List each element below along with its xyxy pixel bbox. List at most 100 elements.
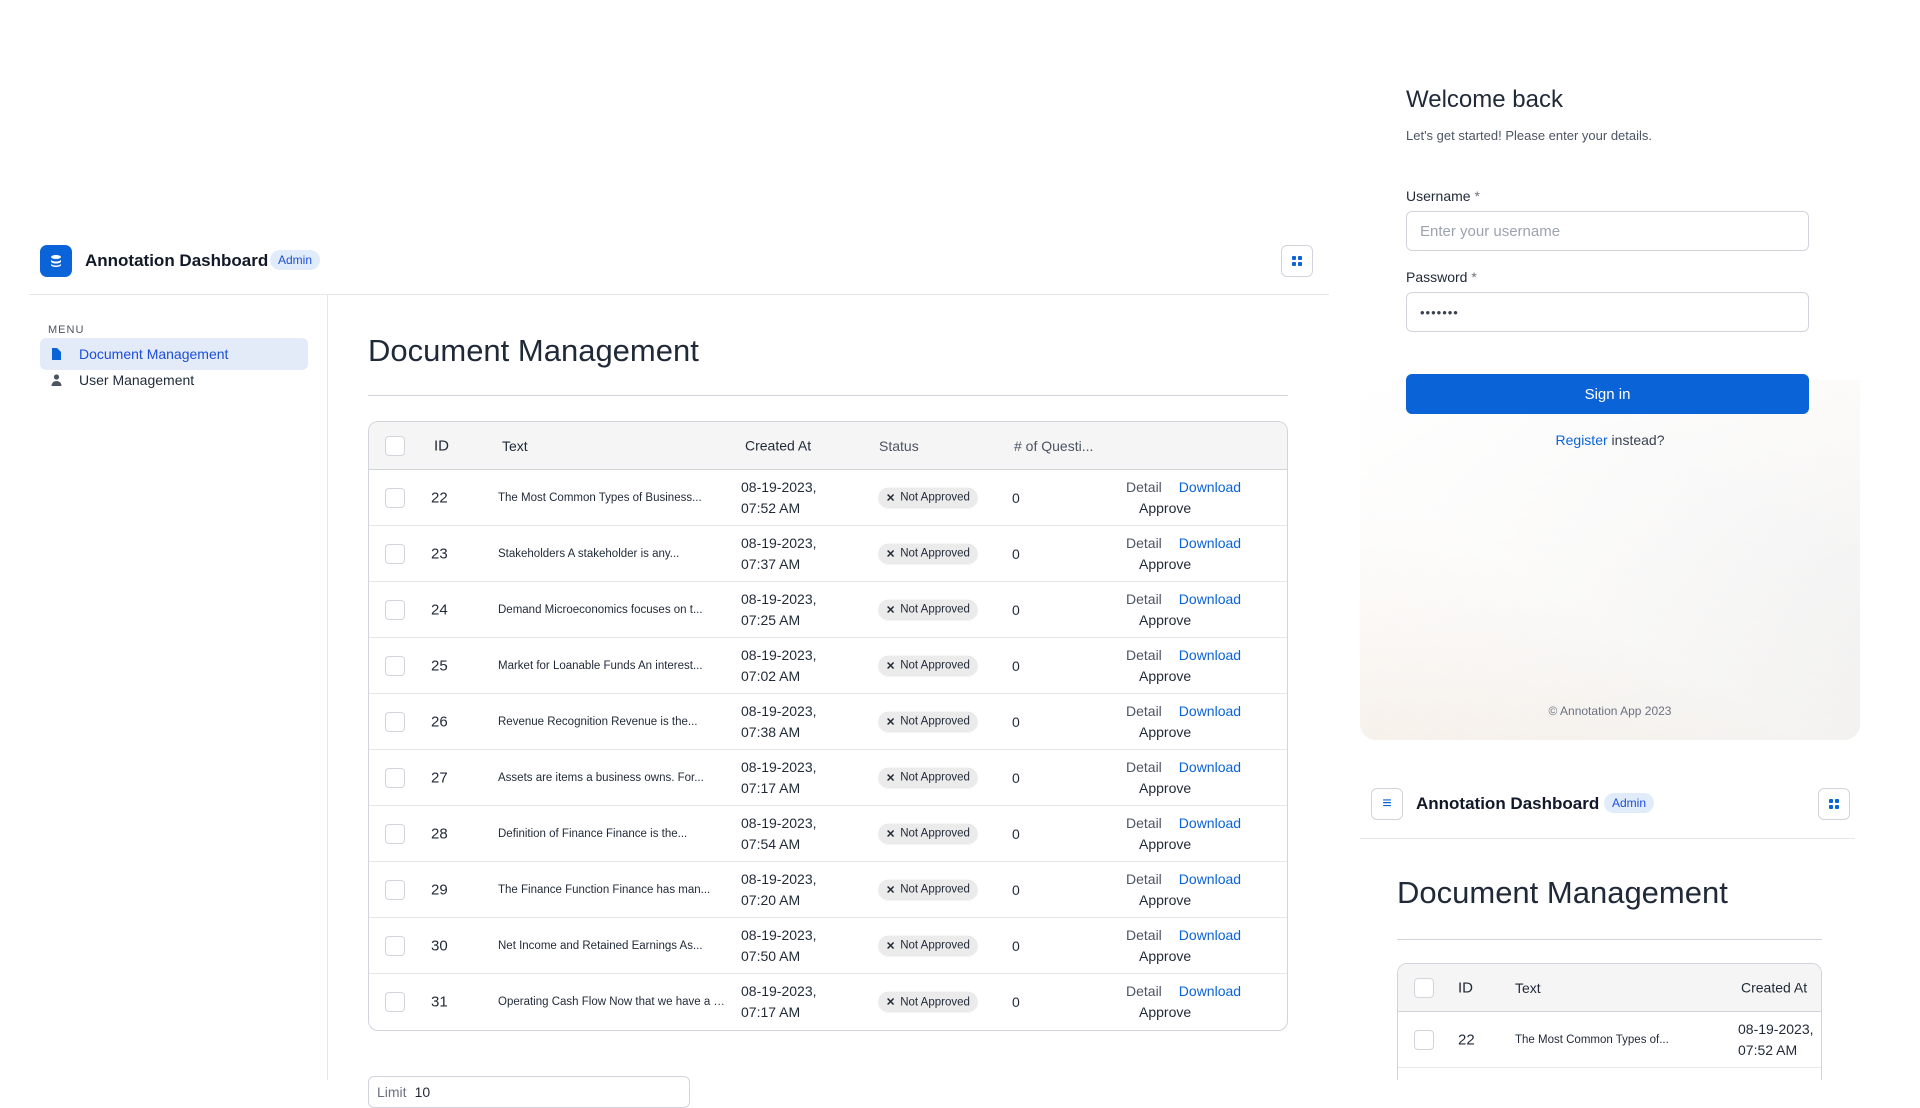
detail-link[interactable]: Detail	[1126, 533, 1162, 554]
table-row: 08-19-2023	[1398, 1068, 1821, 1080]
download-link[interactable]: Download	[1179, 813, 1241, 834]
column-header-questions[interactable]: # of Questi...	[1014, 438, 1093, 454]
row-actions: Detail Download Approve	[1119, 477, 1279, 519]
approve-link[interactable]: Approve	[1139, 780, 1191, 796]
detail-link[interactable]: Detail	[1126, 757, 1162, 778]
row-date: 08-19-2023,	[741, 926, 817, 943]
row-date: 08-19-2023,	[741, 534, 817, 551]
detail-link[interactable]: Detail	[1126, 589, 1162, 610]
column-header-created-at[interactable]: Created At	[1741, 977, 1807, 998]
download-link[interactable]: Download	[1179, 981, 1241, 1002]
table-row: 25 Market for Loanable Funds An interest.…	[369, 638, 1287, 694]
row-checkbox[interactable]	[385, 935, 405, 956]
approve-link[interactable]: Approve	[1139, 1004, 1191, 1020]
row-date: 08-19-2023,	[741, 870, 817, 887]
approve-link[interactable]: Approve	[1139, 724, 1191, 740]
row-question-count: 0	[1012, 881, 1020, 898]
row-checkbox[interactable]	[385, 543, 405, 564]
status-badge: ✕ Not Approved	[878, 767, 978, 788]
detail-link[interactable]: Detail	[1126, 477, 1162, 498]
row-checkbox[interactable]	[385, 655, 405, 676]
sidebar-item-user-management[interactable]: User Management	[40, 364, 308, 396]
grid-icon	[1829, 799, 1839, 809]
approve-link[interactable]: Approve	[1139, 668, 1191, 684]
approve-link[interactable]: Approve	[1139, 500, 1191, 516]
copyright: © Annotation App 2023	[1548, 704, 1672, 718]
column-header-text[interactable]: Text	[1515, 980, 1685, 996]
detail-link[interactable]: Detail	[1126, 925, 1162, 946]
download-link[interactable]: Download	[1179, 589, 1241, 610]
row-actions: Detail Download Approve	[1119, 645, 1279, 687]
status-badge: ✕ Not Approved	[878, 991, 978, 1013]
row-id: 22	[431, 489, 448, 506]
status-badge: ✕ Not Approved	[878, 935, 978, 956]
row-question-count: 0	[1012, 769, 1020, 786]
x-icon: ✕	[886, 604, 896, 616]
row-created-at: 08-19-2023, 07:52 AM	[1738, 1019, 1814, 1061]
row-checkbox[interactable]	[385, 711, 405, 732]
table-row: 28 Definition of Finance Finance is the..…	[369, 806, 1287, 862]
download-link[interactable]: Download	[1179, 533, 1241, 554]
row-checkbox[interactable]	[385, 599, 405, 620]
username-field[interactable]: Enter your username	[1406, 211, 1809, 251]
column-header-text[interactable]: Text	[502, 438, 730, 454]
row-checkbox[interactable]	[385, 879, 405, 900]
menu-button[interactable]: ≡	[1371, 788, 1403, 820]
sidebar: MENU Document Management User Management	[29, 295, 328, 1080]
row-time: 07:50 AM	[741, 947, 801, 964]
column-header-id[interactable]: ID	[434, 437, 449, 454]
limit-label: Limit	[377, 1084, 407, 1100]
x-icon: ✕	[886, 996, 896, 1009]
detail-link[interactable]: Detail	[1126, 645, 1162, 666]
row-checkbox[interactable]	[385, 767, 405, 788]
row-id: 26	[431, 713, 448, 730]
download-link[interactable]: Download	[1179, 645, 1241, 666]
password-field[interactable]: •••••••	[1406, 292, 1809, 332]
status-badge: ✕ Not Approved	[878, 487, 978, 508]
detail-link[interactable]: Detail	[1126, 869, 1162, 890]
mobile-app-title: Annotation Dashboard	[1416, 794, 1600, 813]
detail-link[interactable]: Detail	[1126, 981, 1162, 1002]
detail-link[interactable]: Detail	[1126, 813, 1162, 834]
approve-link[interactable]: Approve	[1139, 612, 1191, 628]
limit-field[interactable]: Limit 10	[368, 1076, 690, 1108]
download-link[interactable]: Download	[1179, 757, 1241, 778]
mobile-apps-grid-button[interactable]	[1818, 788, 1850, 820]
detail-link[interactable]: Detail	[1126, 701, 1162, 722]
select-all-checkbox[interactable]	[385, 435, 405, 456]
download-link[interactable]: Download	[1179, 477, 1241, 498]
row-checkbox[interactable]	[385, 992, 405, 1012]
register-link[interactable]: Register	[1556, 432, 1608, 448]
sidebar-item-label: User Management	[79, 372, 195, 388]
top-bar: Annotation Dashboard Admin	[29, 241, 1329, 295]
row-checkbox[interactable]	[1414, 1029, 1434, 1050]
column-header-created-at[interactable]: Created At	[745, 435, 811, 456]
row-text: Net Income and Retained Earnings As...	[498, 939, 703, 952]
app-logo-icon	[40, 245, 72, 277]
row-text: The Most Common Types of Business...	[498, 491, 702, 504]
approve-link[interactable]: Approve	[1139, 556, 1191, 572]
x-icon: ✕	[886, 716, 896, 728]
status-label: Not Approved	[900, 659, 970, 672]
row-question-count: 0	[1012, 601, 1020, 618]
download-link[interactable]: Download	[1179, 869, 1241, 890]
download-link[interactable]: Download	[1179, 701, 1241, 722]
download-link[interactable]: Download	[1179, 925, 1241, 946]
apps-grid-button[interactable]	[1281, 245, 1313, 277]
row-checkbox[interactable]	[385, 487, 405, 508]
row-date: 08-19-2023,	[1738, 1020, 1814, 1037]
column-header-status[interactable]: Status	[879, 438, 919, 454]
row-text: Stakeholders A stakeholder is any...	[498, 547, 680, 560]
approve-link[interactable]: Approve	[1139, 892, 1191, 908]
row-created-at: 08-19-2023, 07:52 AM	[741, 477, 817, 519]
x-icon: ✕	[886, 828, 896, 840]
approve-link[interactable]: Approve	[1139, 836, 1191, 852]
table-row: 23 Stakeholders A stakeholder is any... 08…	[369, 526, 1287, 582]
select-all-checkbox[interactable]	[1414, 977, 1434, 998]
sign-in-button[interactable]: Sign in	[1406, 374, 1809, 414]
mobile-page-title: Document Management	[1397, 875, 1728, 910]
column-header-id[interactable]: ID	[1458, 979, 1473, 996]
row-time: 07:37 AM	[741, 555, 801, 572]
approve-link[interactable]: Approve	[1139, 948, 1191, 964]
row-checkbox[interactable]	[385, 823, 405, 844]
